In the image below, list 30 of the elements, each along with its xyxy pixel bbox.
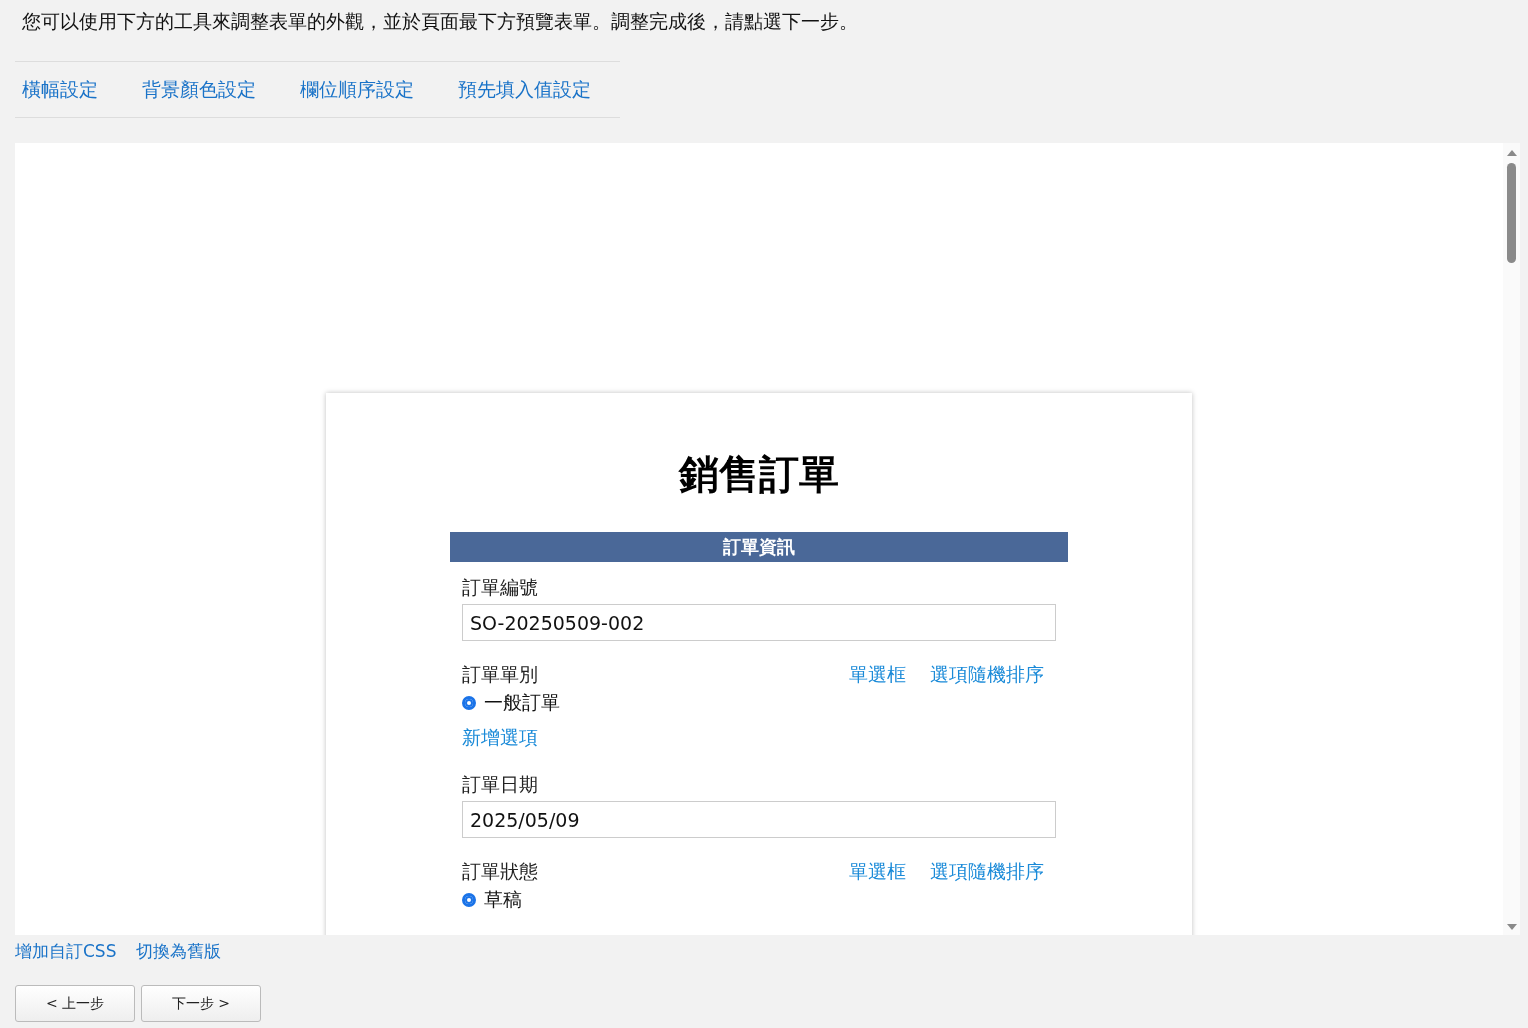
- scroll-down-icon[interactable]: [1505, 923, 1518, 931]
- field-action-link[interactable]: 選項隨機排序: [930, 662, 1044, 688]
- scrollbar-thumb[interactable]: [1507, 163, 1516, 263]
- field-action-link[interactable]: 單選框: [849, 662, 906, 688]
- scrollbar[interactable]: [1503, 143, 1520, 935]
- settings-tab[interactable]: 橫幅設定: [22, 76, 98, 103]
- settings-tab[interactable]: 欄位順序設定: [300, 76, 414, 103]
- radio-button[interactable]: [462, 893, 476, 907]
- radio-button[interactable]: [462, 696, 476, 710]
- field-action-link[interactable]: 單選框: [849, 859, 906, 885]
- text-field[interactable]: 2025/05/09: [462, 801, 1056, 838]
- text-field[interactable]: SO-20250509-002: [462, 604, 1056, 641]
- settings-tab[interactable]: 背景顏色設定: [142, 76, 256, 103]
- step-button[interactable]: < 上一步: [15, 985, 135, 1022]
- section-header: 訂單資訊: [450, 532, 1068, 562]
- field-label: 訂單編號: [462, 575, 538, 600]
- form-title: 銷售訂單: [677, 450, 840, 499]
- option-label: 草稿: [484, 887, 522, 912]
- footer-link[interactable]: 切換為舊版: [136, 939, 222, 963]
- step-button[interactable]: 下一步 >: [141, 985, 261, 1022]
- field-label: 訂單狀態: [462, 859, 538, 884]
- add-option-link[interactable]: 新增選項: [462, 725, 538, 751]
- scroll-up-icon[interactable]: [1505, 149, 1518, 157]
- field-label: 訂單日期: [462, 772, 538, 797]
- field-label: 訂單單別: [462, 662, 538, 687]
- footer-link[interactable]: 增加自訂CSS: [15, 939, 117, 963]
- instruction-text: 您可以使用下方的工具來調整表單的外觀，並於頁面最下方預覽表單。調整完成後，請點選下一步。: [21, 10, 859, 34]
- field-action-link[interactable]: 選項隨機排序: [930, 859, 1044, 885]
- option-label: 一般訂單: [484, 690, 560, 715]
- settings-tab[interactable]: 預先填入值設定: [458, 76, 591, 103]
